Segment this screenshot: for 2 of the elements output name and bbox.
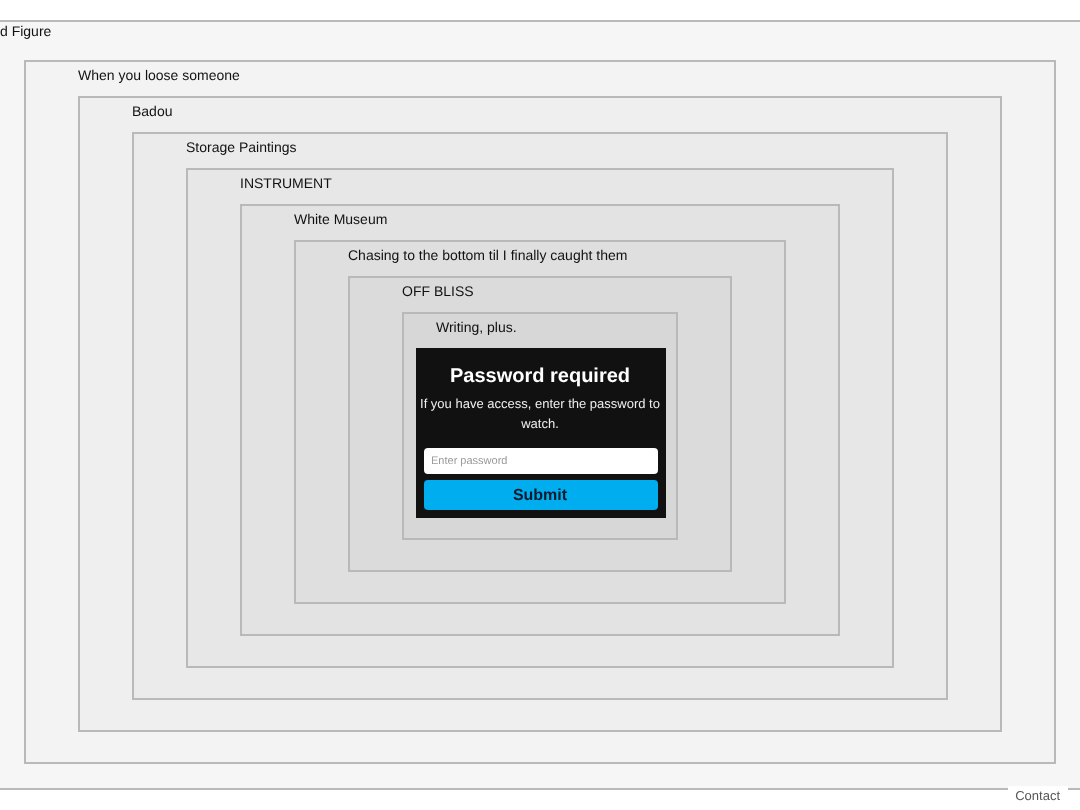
submit-button[interactable]: Submit (423, 480, 657, 510)
dialog-title: Password required (447, 366, 633, 390)
